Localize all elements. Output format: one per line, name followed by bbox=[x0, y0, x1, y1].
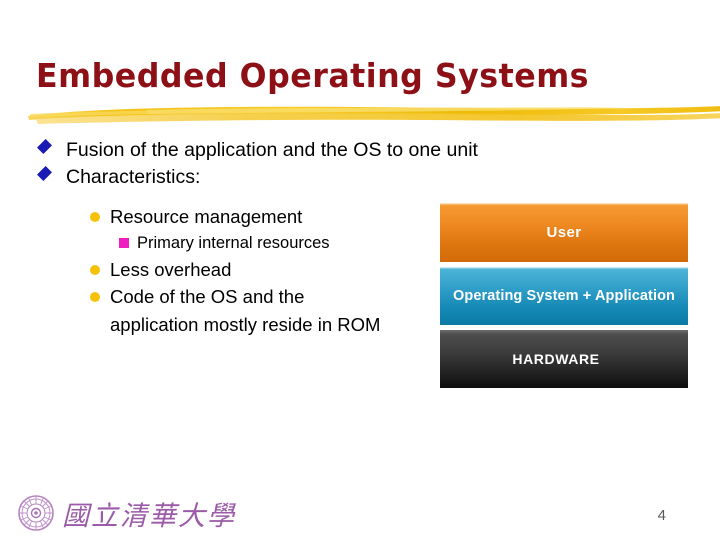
stack-layer-label: User bbox=[546, 224, 582, 241]
bullet-text: Code of the OS and the application mostl… bbox=[110, 286, 381, 335]
seal-emblem-icon bbox=[18, 495, 54, 531]
bullet-level1-item: Fusion of the application and the OS to … bbox=[36, 137, 478, 164]
stack-layer-hardware: HARDWARE bbox=[440, 330, 688, 388]
circle-bullet-icon bbox=[90, 264, 100, 275]
stack-layer-user: User bbox=[440, 203, 688, 262]
diamond-bullet-icon bbox=[37, 166, 52, 181]
brush-stroke-decoration bbox=[28, 106, 720, 124]
stack-layer-label: Operating System + Application bbox=[452, 288, 676, 304]
circle-bullet-icon bbox=[90, 212, 100, 222]
square-bullet-icon bbox=[119, 237, 129, 248]
title-block: Embedded Operating Systems bbox=[0, 56, 720, 136]
page-title: Embedded Operating Systems bbox=[36, 56, 590, 95]
bullet-level3-item: Primary internal resources bbox=[118, 231, 436, 256]
stack-layer-label: HARDWARE bbox=[512, 351, 600, 367]
bullet-text: Fusion of the application and the OS to … bbox=[66, 139, 478, 161]
bullet-list: Fusion of the application and the OS to … bbox=[36, 137, 478, 338]
system-stack-diagram: User Operating System + Application HARD… bbox=[440, 203, 688, 388]
bullet-level1-item: Characteristics: bbox=[36, 164, 436, 191]
logo-text: 國立清華大學 bbox=[62, 501, 236, 532]
bullet-level2-item: Resource management bbox=[88, 203, 436, 231]
bullet-text: Resource management bbox=[110, 206, 303, 227]
bullet-text: Primary internal resources bbox=[137, 233, 330, 252]
bullet-text: Characteristics: bbox=[66, 166, 201, 188]
page-number: 4 bbox=[657, 507, 666, 524]
diamond-bullet-icon bbox=[37, 139, 52, 154]
bullet-text: Less overhead bbox=[110, 258, 232, 280]
bullet-level2-item: Code of the OS and the application mostl… bbox=[88, 283, 388, 338]
slide: Embedded Operating Systems Fusion of the… bbox=[0, 0, 720, 540]
bullet-level2-item: Less overhead bbox=[88, 256, 436, 284]
stack-layer-os-application: Operating System + Application bbox=[440, 267, 688, 325]
university-logo: 國立清華大學 bbox=[18, 495, 236, 532]
circle-bullet-icon bbox=[90, 292, 100, 302]
